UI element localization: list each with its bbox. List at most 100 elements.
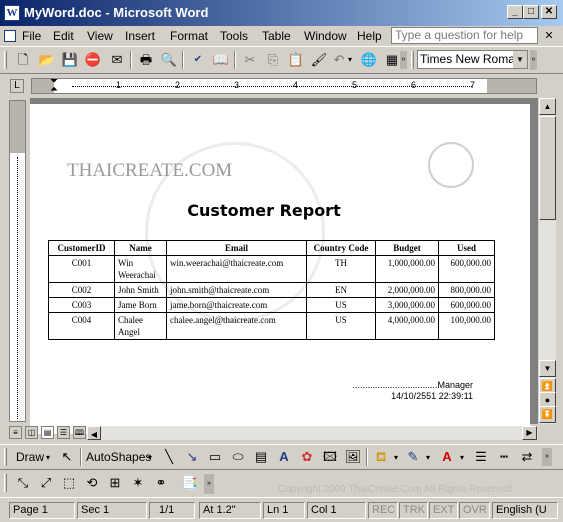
chevron-down-icon[interactable]: ▾ — [148, 453, 152, 462]
status-page-of[interactable]: 1/1 — [149, 502, 195, 519]
text-wrapping-icon[interactable]: ⟲ — [83, 474, 101, 492]
autoshapes-menu[interactable]: AutoShapes — [86, 448, 151, 466]
status-section[interactable]: Sec 1 — [77, 502, 147, 519]
chevron-down-icon[interactable]: ▾ — [460, 453, 464, 462]
wordart-icon[interactable]: A — [275, 448, 293, 466]
spelling-icon[interactable]: ✔ — [189, 51, 207, 69]
expand-drawing-icon[interactable]: ⤢ — [37, 474, 55, 492]
arrow-icon[interactable]: ↘ — [183, 448, 201, 466]
toolbar-options-icon[interactable]: » — [204, 474, 214, 494]
align-icon[interactable]: ⚭ — [152, 474, 170, 492]
status-ext[interactable]: EXT — [429, 502, 458, 519]
format-painter-icon[interactable]: 🖌 — [310, 51, 328, 69]
toolbar-grip[interactable] — [4, 51, 7, 69]
horizontal-scrollbar[interactable]: ▶ — [101, 426, 538, 440]
insert-table-icon[interactable]: ▦ — [383, 51, 401, 69]
status-trk[interactable]: TRK — [399, 502, 428, 519]
toolbar-grip[interactable] — [411, 51, 414, 69]
scale-drawing-icon[interactable]: ⬚ — [60, 474, 78, 492]
print-layout-icon[interactable]: ▤ — [41, 426, 54, 439]
minimize-button[interactable]: _ — [507, 5, 523, 19]
tab-selector[interactable]: L — [10, 79, 24, 93]
close-button[interactable]: ✕ — [541, 5, 557, 19]
font-name-select[interactable]: Times New Roman — [417, 50, 528, 69]
cut-icon[interactable]: ✂ — [241, 51, 259, 69]
status-ovr[interactable]: OVR — [459, 502, 490, 519]
oval-icon[interactable]: ⬭ — [229, 448, 247, 466]
scroll-up-icon[interactable]: ▲ — [539, 98, 556, 115]
dash-style-icon[interactable]: ┅ — [495, 448, 513, 466]
menu-tools[interactable]: Tools — [220, 28, 248, 44]
save-icon[interactable]: 💾 — [61, 51, 79, 69]
help-search-input[interactable]: Type a question for help — [391, 27, 538, 44]
shapes-icon[interactable]: ✶ — [129, 474, 147, 492]
close-document-button[interactable]: ✕ — [541, 28, 557, 44]
menu-insert[interactable]: Insert — [125, 28, 155, 44]
undo-icon[interactable]: ↶ — [330, 51, 348, 69]
vertical-scrollbar[interactable]: ▲ ▼ ⏫ ● ⏬ — [539, 98, 556, 424]
fit-drawing-icon[interactable]: ⤡ — [14, 474, 32, 492]
line-icon[interactable]: ╲ — [160, 448, 178, 466]
status-at[interactable]: At 1.2" — [199, 502, 261, 519]
outline-view-icon[interactable]: ☰ — [57, 426, 70, 439]
toolbar-options-icon[interactable]: » — [400, 51, 407, 69]
paste-icon[interactable]: 📋 — [287, 51, 305, 69]
text-box-icon[interactable]: ▤ — [252, 448, 270, 466]
chevron-down-icon[interactable]: ▾ — [46, 453, 50, 462]
word-app-icon[interactable]: W — [4, 5, 20, 21]
open-folder-icon[interactable]: 📂 — [38, 51, 56, 69]
scroll-down-icon[interactable]: ▼ — [539, 360, 556, 377]
menu-help[interactable]: Help — [357, 28, 382, 44]
toolbar-grip[interactable] — [4, 474, 7, 492]
line-style-icon[interactable]: ☰ — [472, 448, 490, 466]
select-objects-icon[interactable]: ↖ — [58, 448, 76, 466]
menu-file[interactable]: File — [22, 28, 41, 44]
print-preview-icon[interactable]: 🔍 — [160, 51, 178, 69]
print-icon[interactable]: 🖶 — [137, 51, 155, 69]
insert-hyperlink-icon[interactable]: 🌐 — [360, 51, 378, 69]
layout-icon[interactable]: ⊞ — [106, 474, 124, 492]
vertical-ruler[interactable] — [9, 100, 26, 422]
document-area[interactable]: THAICREATE.COM Customer Report CustomerI… — [30, 98, 538, 434]
picture-icon[interactable]: 🖼 — [344, 448, 362, 466]
email-icon[interactable]: ✉ — [108, 51, 126, 69]
maximize-button[interactable]: □ — [523, 5, 539, 19]
toolbar-options-icon[interactable]: » — [530, 50, 537, 70]
status-language[interactable]: English (U — [492, 502, 558, 519]
menu-table[interactable]: Table — [262, 28, 291, 44]
chevron-down-icon[interactable]: ▾ — [394, 453, 398, 462]
menu-view[interactable]: View — [87, 28, 113, 44]
menu-window[interactable]: Window — [304, 28, 347, 44]
document-icon[interactable] — [4, 30, 16, 42]
toolbar-options-icon[interactable]: » — [542, 448, 552, 466]
web-layout-icon[interactable]: ◫ — [25, 426, 38, 439]
chevron-down-icon[interactable]: ▼ — [513, 51, 527, 68]
format-object-icon[interactable]: 📑 — [181, 474, 199, 492]
copy-icon[interactable]: ⎘ — [264, 51, 282, 69]
document-page[interactable]: THAICREATE.COM Customer Report CustomerI… — [30, 104, 530, 434]
scroll-left-icon[interactable]: ◀ — [87, 426, 101, 440]
permission-icon[interactable]: ⛔ — [84, 51, 102, 69]
rectangle-icon[interactable]: ▭ — [206, 448, 224, 466]
fill-color-icon[interactable]: ⛾ — [372, 448, 390, 466]
menu-edit[interactable]: Edit — [53, 28, 74, 44]
status-rec[interactable]: REC — [368, 502, 398, 519]
menu-format[interactable]: Format — [170, 28, 208, 44]
reading-layout-icon[interactable]: 🕮 — [73, 426, 86, 439]
diagram-icon[interactable]: ✿ — [298, 448, 316, 466]
research-icon[interactable]: 📖 — [212, 51, 230, 69]
horizontal-ruler[interactable]: ⏷ ⏶ 1 2 3 4 5 6 7 — [31, 77, 537, 95]
next-page-icon[interactable]: ⏬ — [539, 406, 556, 423]
scroll-thumb[interactable] — [539, 116, 556, 220]
toolbar-grip[interactable] — [4, 448, 7, 466]
indent-marker[interactable]: ⏶ — [50, 85, 58, 95]
undo-dropdown-icon[interactable]: ▾ — [348, 55, 352, 64]
clip-art-icon[interactable]: 🖾 — [321, 448, 339, 466]
arrow-style-icon[interactable]: ⇄ — [518, 448, 536, 466]
font-color-icon[interactable]: A — [438, 448, 456, 466]
line-color-icon[interactable]: ✎ — [404, 448, 422, 466]
normal-view-icon[interactable]: ≡ — [9, 426, 22, 439]
status-line[interactable]: Ln 1 — [263, 502, 305, 519]
draw-menu[interactable]: Draw — [16, 448, 44, 466]
status-column[interactable]: Col 1 — [307, 502, 366, 519]
